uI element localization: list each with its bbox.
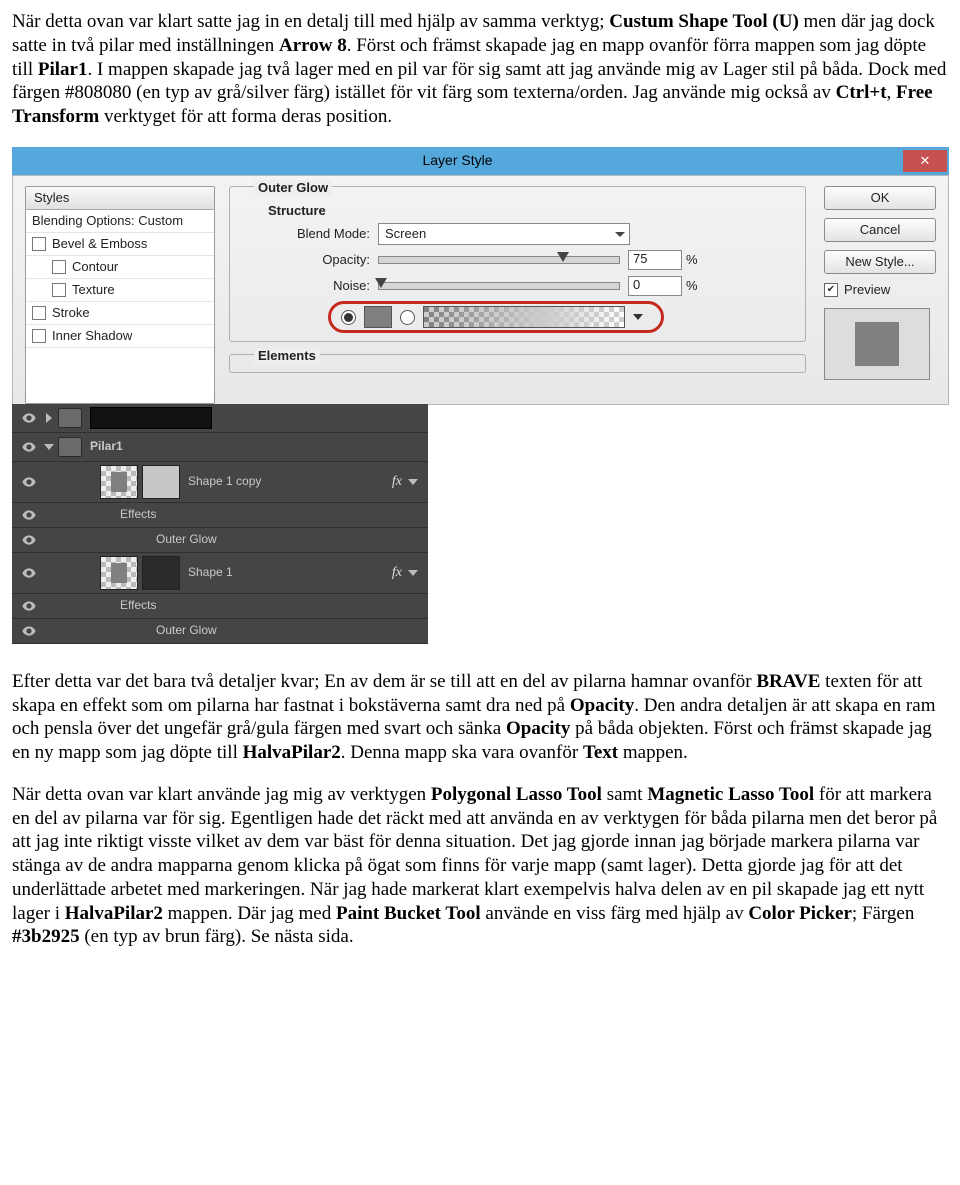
effects-row[interactable]: Effects: [12, 594, 428, 619]
dialog-buttons: OK Cancel New Style... Preview: [824, 186, 936, 404]
layer-mask: [142, 556, 180, 590]
outer-glow-panel: Outer Glow Structure Blend Mode: Screen …: [229, 186, 812, 404]
opacity-slider[interactable]: [378, 256, 620, 264]
effects-row[interactable]: Effects: [12, 503, 428, 528]
paragraph-3: När detta ovan var klart använde jag mig…: [12, 783, 948, 949]
chevron-right-icon[interactable]: [46, 413, 52, 423]
checkbox-icon[interactable]: [32, 329, 46, 343]
effects-label: Effects: [120, 507, 428, 522]
visibility-toggle[interactable]: [12, 565, 46, 581]
layer-name: Pilar1: [90, 439, 428, 454]
elements-title: Elements: [254, 348, 320, 364]
effects-label: Effects: [120, 598, 428, 613]
layer-name: Shape 1: [188, 565, 392, 580]
glow-color-row[interactable]: [328, 301, 664, 333]
preview-label: Preview: [844, 282, 890, 298]
paragraph-2: Efter detta var det bara två detaljer kv…: [12, 670, 948, 765]
checkbox-icon[interactable]: [52, 260, 66, 274]
preview-checkbox[interactable]: [824, 283, 838, 297]
ok-button[interactable]: OK: [824, 186, 936, 210]
checkbox-icon[interactable]: [32, 306, 46, 320]
layer-name: Shape 1 copy: [188, 474, 392, 489]
layer-shape1copy[interactable]: Shape 1 copy fx: [12, 462, 428, 503]
visibility-toggle[interactable]: [12, 598, 46, 614]
checkbox-icon[interactable]: [52, 283, 66, 297]
chevron-down-icon: [615, 232, 625, 237]
censored-layer-name: [90, 407, 212, 429]
layer-thumbnail: [100, 465, 138, 499]
visibility-toggle[interactable]: [12, 439, 46, 455]
radio-gradient[interactable]: [400, 310, 415, 325]
folder-icon: [58, 437, 82, 457]
cancel-button[interactable]: Cancel: [824, 218, 936, 242]
layer-shape1[interactable]: Shape 1 fx: [12, 553, 428, 594]
noise-label: Noise:: [242, 278, 370, 294]
structure-label: Structure: [268, 203, 326, 219]
styles-header: Styles: [26, 187, 214, 210]
radio-solid-color[interactable]: [341, 310, 356, 325]
outer-glow-title: Outer Glow: [254, 180, 332, 196]
blending-options-row[interactable]: Blending Options: Custom: [26, 210, 214, 233]
preview-swatch: [824, 308, 930, 380]
dialog-titlebar[interactable]: Layer Style ✕: [12, 147, 949, 175]
chevron-down-icon[interactable]: [633, 314, 643, 320]
chevron-down-icon[interactable]: [408, 479, 418, 485]
layer-group-pilar1[interactable]: Pilar1: [12, 433, 428, 462]
style-item-contour[interactable]: Contour: [26, 256, 214, 279]
color-swatch[interactable]: [364, 306, 392, 328]
visibility-toggle[interactable]: [12, 623, 46, 639]
layer-style-dialog: Layer Style ✕ Styles Blending Options: C…: [12, 147, 949, 405]
blend-mode-label: Blend Mode:: [242, 226, 370, 242]
outer-glow-label: Outer Glow: [156, 532, 428, 547]
outer-glow-label: Outer Glow: [156, 623, 428, 638]
gradient-preview[interactable]: [423, 306, 625, 328]
opacity-label: Opacity:: [242, 252, 370, 268]
folder-icon: [58, 408, 82, 428]
dialog-title: Layer Style: [12, 152, 903, 170]
new-style-button[interactable]: New Style...: [824, 250, 936, 274]
fx-badge[interactable]: fx: [392, 564, 402, 582]
close-icon[interactable]: ✕: [903, 150, 947, 172]
outer-glow-row[interactable]: Outer Glow: [12, 528, 428, 553]
style-item-inner-shadow[interactable]: Inner Shadow: [26, 325, 214, 348]
visibility-toggle[interactable]: [12, 532, 46, 548]
opacity-value[interactable]: 75: [628, 250, 682, 270]
noise-value[interactable]: 0: [628, 276, 682, 296]
layer-group-row[interactable]: [12, 404, 428, 433]
chevron-down-icon[interactable]: [44, 444, 54, 450]
style-item-bevel[interactable]: Bevel & Emboss: [26, 233, 214, 256]
noise-slider[interactable]: [378, 282, 620, 290]
styles-list: Styles Blending Options: Custom Bevel & …: [25, 186, 215, 404]
paragraph-1: När detta ovan var klart satte jag in en…: [12, 10, 948, 129]
style-item-stroke[interactable]: Stroke: [26, 302, 214, 325]
chevron-down-icon[interactable]: [408, 570, 418, 576]
fx-badge[interactable]: fx: [392, 473, 402, 491]
checkbox-icon[interactable]: [32, 237, 46, 251]
style-item-texture[interactable]: Texture: [26, 279, 214, 302]
layers-panel: Pilar1 Shape 1 copy fx Effects Outer Glo…: [12, 404, 428, 644]
visibility-toggle[interactable]: [12, 410, 46, 426]
layer-mask: [142, 465, 180, 499]
visibility-toggle[interactable]: [12, 507, 46, 523]
layer-thumbnail: [100, 556, 138, 590]
outer-glow-row[interactable]: Outer Glow: [12, 619, 428, 644]
blend-mode-select[interactable]: Screen: [378, 223, 630, 245]
visibility-toggle[interactable]: [12, 474, 46, 490]
